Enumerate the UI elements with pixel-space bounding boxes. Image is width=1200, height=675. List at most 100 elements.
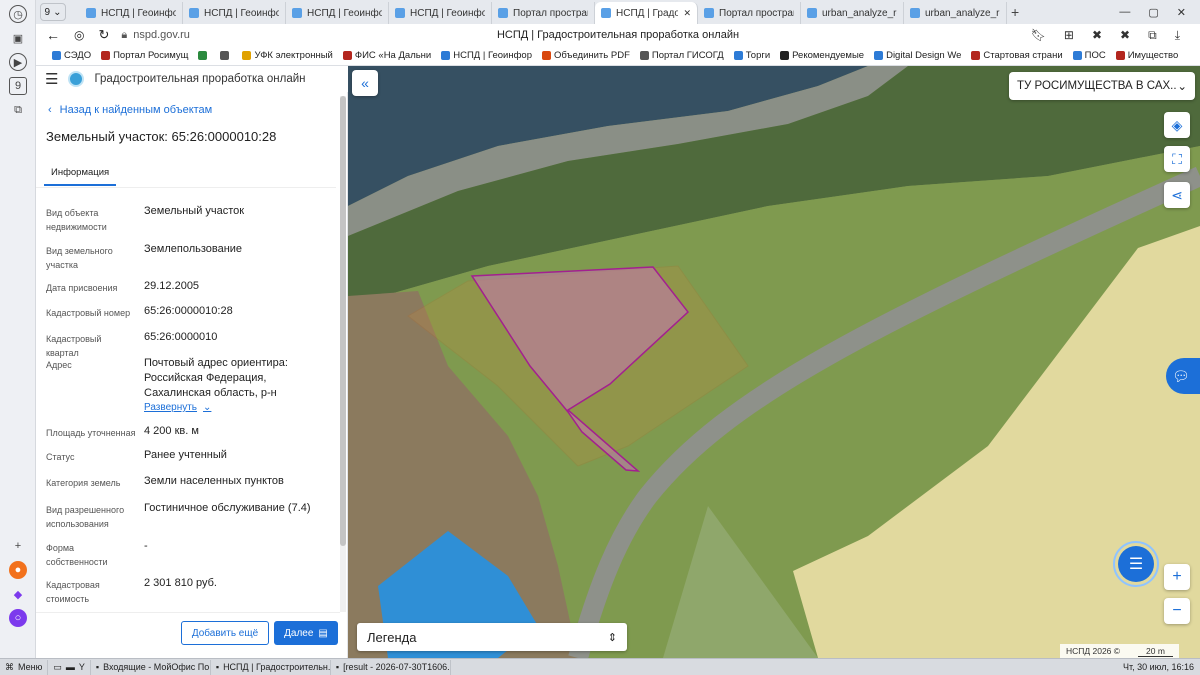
browser-tab[interactable]: urban_analyze_resul bbox=[904, 2, 1007, 24]
collapse-panel-button[interactable]: « bbox=[352, 70, 378, 96]
taskbar-window[interactable]: ▪ Входящие - МойОфис По... bbox=[91, 659, 211, 675]
app-purple-icon[interactable]: ◆ bbox=[9, 585, 27, 603]
new-tab-button[interactable]: + bbox=[1011, 4, 1019, 20]
bookmark-favicon-icon bbox=[1115, 51, 1125, 60]
bookmark-item[interactable] bbox=[198, 51, 210, 60]
legend-dropdown[interactable]: Легенда ⇕ bbox=[357, 623, 627, 651]
bookmark-item[interactable]: Рекомендуемые bbox=[780, 50, 864, 61]
window-icon[interactable]: ⧉ bbox=[9, 101, 27, 119]
tab-counter[interactable]: 9 ⌄ bbox=[40, 3, 66, 21]
tab-information[interactable]: Информация bbox=[44, 167, 117, 186]
bookmark-item[interactable] bbox=[220, 51, 232, 60]
next-button[interactable]: Далее ▤ bbox=[274, 621, 338, 645]
url-field[interactable]: 🔒︎ nspd.gov.ru bbox=[121, 29, 190, 42]
browser-tab[interactable]: Портал пространст bbox=[698, 2, 801, 24]
bookmark-favicon-icon bbox=[874, 51, 884, 60]
bookmark-icon[interactable]: 🔖︎ bbox=[1031, 28, 1046, 43]
folder-icon: ▬ bbox=[65, 662, 75, 672]
quick-launch[interactable]: ▭ ▬ Y bbox=[48, 659, 91, 675]
feedback-tab[interactable]: 💬︎ bbox=[1166, 358, 1200, 394]
assistant-icon[interactable]: ○ bbox=[9, 609, 27, 627]
map-view[interactable]: « ТУ РОСИМУЩЕСТВА В САХ... ⌄ ◈ ⛶ ⋖ 💬︎ ☰ … bbox=[348, 66, 1200, 658]
tab-favicon-icon bbox=[807, 8, 817, 18]
map-attribution: НСПД 2026 © 20 m bbox=[1060, 644, 1179, 658]
property-label: Площадь уточненная bbox=[46, 428, 136, 438]
start-menu[interactable]: ⌘ Меню bbox=[0, 659, 49, 675]
window-app-icon: ▪ bbox=[215, 662, 220, 672]
taskbar-window[interactable]: ▪ НСПД | Градостроительн... bbox=[211, 659, 331, 675]
measure-icon: ⛶ bbox=[1172, 150, 1182, 167]
bookmark-item[interactable]: Digital Design We bbox=[874, 50, 961, 61]
play-icon[interactable]: ▶ bbox=[9, 53, 27, 71]
add-panel-icon[interactable]: + bbox=[9, 537, 27, 555]
property-label: Кадастровый квартал bbox=[46, 334, 102, 358]
collections-icon[interactable]: ▣ bbox=[9, 29, 27, 47]
bookmark-favicon-icon bbox=[971, 51, 981, 60]
maximize-icon[interactable]: ▢ bbox=[1148, 6, 1158, 19]
minimize-icon[interactable]: — bbox=[1119, 6, 1130, 19]
close-window-icon[interactable]: ✕ bbox=[1177, 6, 1186, 19]
bookmark-item[interactable]: ПОС bbox=[1072, 50, 1106, 61]
history-icon[interactable]: ◷ bbox=[9, 5, 27, 23]
bookmark-item[interactable]: Торги bbox=[733, 50, 770, 61]
property-value: Гостиничное обслуживание (7.4) bbox=[144, 502, 311, 514]
browser-tab[interactable]: urban_analyze_resul bbox=[801, 2, 904, 24]
panel-scrollbar[interactable] bbox=[340, 96, 346, 612]
browser-tab[interactable]: Портал пространст bbox=[492, 2, 595, 24]
bookmark-item[interactable]: Объединить PDF bbox=[542, 50, 630, 61]
back-arrow-icon[interactable]: ← bbox=[46, 27, 60, 43]
url-text: nspd.gov.ru bbox=[133, 29, 190, 41]
zoom-in-button[interactable]: + bbox=[1164, 564, 1190, 590]
bookmark-item[interactable]: Имущество bbox=[1115, 50, 1178, 61]
browser-tab[interactable]: НСПД | Геоинформ bbox=[183, 2, 286, 24]
extension-x2-icon[interactable]: ✖ bbox=[1120, 28, 1130, 43]
hamburger-menu-icon[interactable]: ☰ bbox=[45, 70, 58, 88]
bookmark-label: УФК электронный bbox=[254, 50, 333, 61]
expand-address-link[interactable]: Развернуть ⌄ bbox=[144, 402, 211, 413]
extension-puzzle-icon[interactable]: ⧉ bbox=[1148, 28, 1157, 43]
layers-button[interactable]: ◈ bbox=[1164, 112, 1190, 138]
bookmark-favicon-icon bbox=[733, 51, 743, 60]
share-button[interactable]: ⋖ bbox=[1164, 182, 1190, 208]
bookmark-item[interactable]: Портал Росимущ bbox=[101, 50, 188, 61]
bookmark-item[interactable]: Стартовая страни bbox=[971, 50, 1063, 61]
property-label: Вид объекта недвижимости bbox=[46, 208, 107, 232]
app-orange-icon[interactable]: ● bbox=[9, 561, 27, 579]
property-label: Кадастровый номер bbox=[46, 308, 131, 318]
expand-label: Развернуть bbox=[144, 402, 198, 413]
browser-tab[interactable]: НСПД | Геоинформ bbox=[286, 2, 389, 24]
tab-strip: 9⌄ НСПД | ГеоинформНСПД | ГеоинформНСПД … bbox=[36, 0, 1200, 24]
browser-tab[interactable]: НСПД | Градостр ✕ bbox=[595, 2, 698, 24]
bookmark-item[interactable]: УФК электронный bbox=[242, 50, 333, 61]
bookmark-item[interactable]: НСПД | Геоинфор bbox=[441, 50, 532, 61]
reload-icon[interactable]: ↻ bbox=[98, 27, 109, 43]
taskbar-window-label: Входящие - МойОфис По... bbox=[103, 662, 211, 672]
bookmark-item[interactable]: ФИС «На Дальни bbox=[342, 50, 431, 61]
tab-favicon-icon bbox=[292, 8, 302, 18]
support-chat-button[interactable]: ☰ bbox=[1113, 541, 1159, 587]
measure-button[interactable]: ⛶ bbox=[1164, 146, 1190, 172]
next-label: Далее bbox=[284, 627, 314, 639]
bookmark-item[interactable]: СЭДО bbox=[52, 50, 91, 61]
bookmark-favicon-icon bbox=[242, 51, 252, 60]
property-label: Кадастровая стоимость bbox=[46, 580, 100, 604]
browser-tab[interactable]: НСПД | Геоинформ bbox=[389, 2, 492, 24]
bookmarks-bar: СЭДО Портал Росимущ УФК электронный ФИС «На… bbox=[36, 46, 1200, 66]
zoom-out-button[interactable]: − bbox=[1164, 598, 1190, 624]
add-more-button[interactable]: Добавить ещё bbox=[181, 621, 269, 645]
counter-icon[interactable]: 9 bbox=[9, 77, 27, 95]
back-link[interactable]: ‹ Назад к найденным объектам bbox=[48, 104, 212, 116]
taskbar-window[interactable]: ▪ [result - 2026-07-30T1606... bbox=[331, 659, 451, 675]
browser-tab[interactable]: НСПД | Геоинформ bbox=[80, 2, 183, 24]
bookmark-item[interactable]: Портал ГИСОГД bbox=[639, 50, 724, 61]
profile-icon[interactable]: ◎ bbox=[74, 28, 84, 42]
bookmark-favicon-icon bbox=[780, 51, 790, 60]
bookmark-favicon-icon bbox=[101, 51, 111, 60]
download-icon[interactable]: ⤓ bbox=[1175, 28, 1180, 43]
extension-icon[interactable]: ⊞ bbox=[1064, 28, 1074, 43]
app-header: ☰ Градостроительная проработка онлайн bbox=[36, 66, 348, 92]
layer-select[interactable]: ТУ РОСИМУЩЕСТВА В САХ... ⌄ bbox=[1009, 72, 1195, 100]
close-tab-icon[interactable]: ✕ bbox=[683, 8, 691, 19]
tab-favicon-icon bbox=[86, 8, 96, 18]
extension-x-icon[interactable]: ✖ bbox=[1092, 28, 1102, 43]
